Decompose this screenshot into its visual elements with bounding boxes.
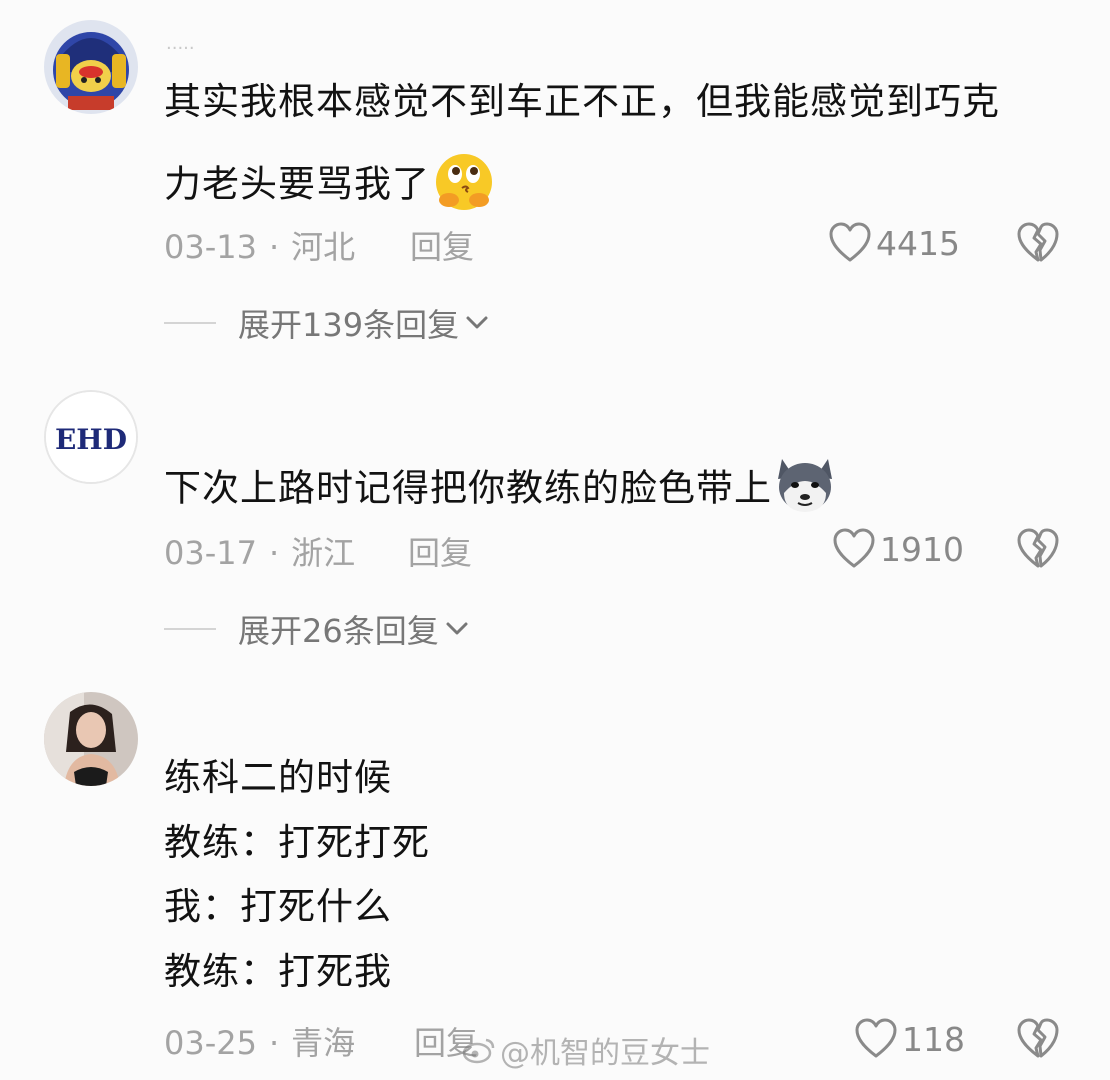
comment-text-line: 教练：打死打死 — [164, 821, 430, 864]
like-count: 4415 — [876, 223, 960, 263]
divider-line — [164, 628, 216, 630]
comment-date: 03-25 — [164, 1024, 257, 1062]
broken-heart-icon — [1017, 1018, 1059, 1058]
like-button[interactable]: 1910 — [832, 528, 964, 570]
avatar[interactable] — [44, 692, 138, 786]
weibo-logo-icon — [462, 1038, 495, 1064]
chevron-down-icon — [446, 622, 468, 635]
separator-dot: · — [268, 1024, 280, 1062]
thinking-face-emoji — [432, 150, 496, 222]
like-button[interactable]: 118 — [854, 1018, 965, 1060]
comment-meta: 03-13 · 河北 — [164, 222, 355, 268]
divider-line — [164, 322, 216, 324]
comment-location: 浙江 — [291, 534, 356, 572]
husky-dog-emoji — [774, 455, 836, 525]
comment-meta: 03-25 · 青海 — [164, 1018, 355, 1064]
watermark: @机智的豆女士 — [462, 1028, 710, 1072]
reply-button[interactable]: 回复 — [408, 528, 472, 574]
reply-button[interactable]: 回复 — [410, 222, 474, 268]
broken-heart-icon — [1017, 528, 1059, 568]
separator-dot: · — [268, 534, 280, 572]
comment-location: 青海 — [291, 1024, 356, 1062]
expand-replies-label: 展开139条回复 — [238, 306, 460, 344]
heart-outline-icon — [855, 1018, 897, 1058]
comment-text-line: 练科二的时候 — [164, 756, 392, 799]
separator-dot: · — [268, 228, 280, 266]
like-button[interactable]: 4415 — [828, 222, 960, 264]
expand-replies-label: 展开26条回复 — [238, 612, 439, 650]
expand-replies-button[interactable]: 展开139条回复 — [164, 300, 489, 346]
heart-outline-icon — [829, 222, 871, 262]
comment-text-line: 教练：打死我 — [164, 950, 392, 993]
like-count: 1910 — [880, 529, 964, 569]
comment-location: 河北 — [291, 228, 356, 266]
dislike-button[interactable] — [1016, 528, 1060, 574]
comment-text-line: 力老头要骂我了 — [164, 150, 496, 222]
username[interactable]: ····· — [166, 38, 195, 59]
heart-outline-icon — [833, 528, 875, 568]
comment-text-line: 其实我根本感觉不到车正不正，但我能感觉到巧克 — [164, 80, 1000, 123]
avatar[interactable]: EHD — [44, 390, 138, 484]
expand-replies-button[interactable]: 展开26条回复 — [164, 606, 469, 652]
chevron-down-icon — [466, 316, 488, 329]
comment-text-line: 下次上路时记得把你教练的脸色带上 — [164, 455, 836, 525]
broken-heart-icon — [1017, 222, 1059, 262]
watermark-text: @机智的豆女士 — [500, 1036, 710, 1071]
comment-date: 03-13 — [164, 228, 257, 266]
comment-meta: 03-17 · 浙江 — [164, 528, 355, 574]
dislike-button[interactable] — [1016, 1018, 1060, 1064]
like-count: 118 — [902, 1019, 965, 1059]
avatar-label: EHD — [55, 423, 127, 456]
comment-date: 03-17 — [164, 534, 257, 572]
dislike-button[interactable] — [1016, 222, 1060, 268]
comment-text-line: 我：打死什么 — [164, 885, 392, 928]
comment-list: ····· 其实我根本感觉不到车正不正，但我能感觉到巧克 力老头要骂我了 03-… — [0, 0, 1110, 1080]
avatar[interactable] — [44, 20, 138, 114]
